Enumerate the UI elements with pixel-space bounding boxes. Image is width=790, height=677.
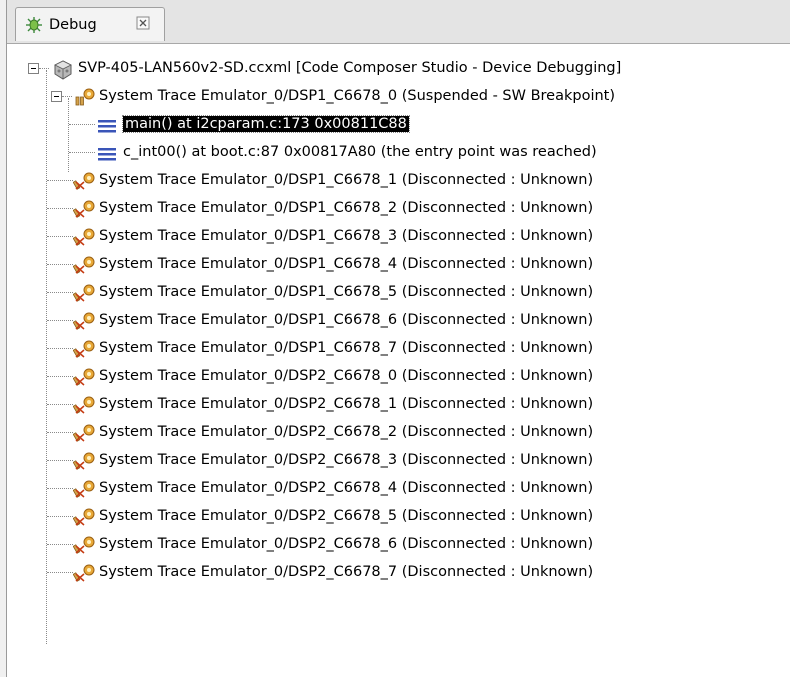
debug-bug-icon [26,17,42,33]
tree-row-label: System Trace Emulator_0/DSP2_C6678_5 (Di… [99,508,594,524]
tree-row-label: System Trace Emulator_0/DSP2_C6678_0 (Di… [99,368,594,384]
disconnected-core-icon [73,508,95,526]
disconnected-core-icon [73,368,95,386]
tree-row-disconnected-core[interactable]: System Trace Emulator_0/DSP1_C6678_6 (Di… [7,308,790,336]
tree-connector [69,152,95,153]
tree-row-disconnected-core[interactable]: System Trace Emulator_0/DSP1_C6678_7 (Di… [7,336,790,364]
tree-row-label: System Trace Emulator_0/DSP1_C6678_3 (Di… [99,228,594,244]
tree-row-label: SVP-405-LAN560v2-SD.ccxml [Code Composer… [78,60,622,76]
disconnected-core-icon [73,284,95,302]
tree-row-label: System Trace Emulator_0/DSP2_C6678_1 (Di… [99,396,594,412]
disconnected-core-icon [73,172,95,190]
tree-row-label: System Trace Emulator_0/DSP2_C6678_7 (Di… [99,564,594,580]
disconnected-core-icon [73,536,95,554]
disconnected-core-icon [73,256,95,274]
disconnected-core-icon [73,396,95,414]
stack-frame-icon [98,120,116,133]
tree-row-label: System Trace Emulator_0/DSP2_C6678_4 (Di… [99,480,594,496]
tree-connector [47,404,73,405]
tab-debug[interactable]: Debug [15,7,165,41]
tree-connector [39,68,49,69]
tree-connector [62,96,72,97]
tree-row-disconnected-core[interactable]: System Trace Emulator_0/DSP1_C6678_5 (Di… [7,280,790,308]
stack-frame-icon [98,148,116,161]
tree-connector [47,572,73,573]
stack-frame-row[interactable]: main() at i2cparam.c:173 0x00811C88 [7,112,790,140]
tree-row-label: System Trace Emulator_0/DSP1_C6678_1 (Di… [99,172,594,188]
tree-row-label: System Trace Emulator_0/DSP1_C6678_4 (Di… [99,256,594,272]
tree-row-disconnected-core[interactable]: System Trace Emulator_0/DSP1_C6678_3 (Di… [7,224,790,252]
tree-row-root[interactable]: SVP-405-LAN560v2-SD.ccxml [Code Composer… [7,56,790,84]
tree-row-label: main() at i2cparam.c:173 0x00811C88 [122,115,410,133]
tree-connector [47,516,73,517]
tree-row-label: System Trace Emulator_0/DSP1_C6678_2 (Di… [99,200,594,216]
tree-row-label: System Trace Emulator_0/DSP1_C6678_6 (Di… [99,312,594,328]
tree-connector [47,432,73,433]
tree-connector [47,488,73,489]
tree-row-label: System Trace Emulator_0/DSP1_C6678_0 (Su… [99,88,616,104]
tree-connector [47,544,73,545]
disconnected-core-icon [73,480,95,498]
tree-row-disconnected-core[interactable]: System Trace Emulator_0/DSP1_C6678_2 (Di… [7,196,790,224]
tree-row-disconnected-core[interactable]: System Trace Emulator_0/DSP2_C6678_3 (Di… [7,448,790,476]
tree-connector [47,292,73,293]
collapse-toggle[interactable] [51,91,62,102]
tree-row-label: System Trace Emulator_0/DSP2_C6678_6 (Di… [99,536,594,552]
tree-connector [69,124,95,125]
collapse-toggle[interactable] [28,63,39,74]
tree-row-disconnected-core[interactable]: System Trace Emulator_0/DSP2_C6678_2 (Di… [7,420,790,448]
disconnected-core-icon [73,200,95,218]
tree-connector [47,264,73,265]
disconnected-core-icon [73,424,95,442]
close-icon[interactable] [136,16,150,30]
tree-row-label: System Trace Emulator_0/DSP1_C6678_5 (Di… [99,284,594,300]
tree-row-label: System Trace Emulator_0/DSP1_C6678_7 (Di… [99,340,594,356]
stack-frame-row[interactable]: c_int00() at boot.c:87 0x00817A80 (the e… [7,140,790,168]
tree-row-label: System Trace Emulator_0/DSP2_C6678_3 (Di… [99,452,594,468]
suspended-core-icon [75,88,95,106]
tab-label: Debug [49,17,97,33]
tree-row-disconnected-core[interactable]: System Trace Emulator_0/DSP1_C6678_1 (Di… [7,168,790,196]
tree-row-disconnected-core[interactable]: System Trace Emulator_0/DSP1_C6678_4 (Di… [7,252,790,280]
tree-row-disconnected-core[interactable]: System Trace Emulator_0/DSP2_C6678_7 (Di… [7,560,790,588]
view-tab-bar: Debug [7,0,790,44]
debug-tree[interactable]: SVP-405-LAN560v2-SD.ccxml [Code Composer… [7,44,790,677]
tree-row-disconnected-core[interactable]: System Trace Emulator_0/DSP2_C6678_6 (Di… [7,532,790,560]
tree-row-label: System Trace Emulator_0/DSP2_C6678_2 (Di… [99,424,594,440]
tree-row-disconnected-core[interactable]: System Trace Emulator_0/DSP2_C6678_1 (Di… [7,392,790,420]
tree-row-disconnected-core[interactable]: System Trace Emulator_0/DSP2_C6678_4 (Di… [7,476,790,504]
tree-connector [47,348,73,349]
tree-row-disconnected-core[interactable]: System Trace Emulator_0/DSP2_C6678_5 (Di… [7,504,790,532]
tree-connector [47,376,73,377]
tree-connector [47,180,73,181]
tree-row-label: c_int00() at boot.c:87 0x00817A80 (the e… [123,144,597,160]
tree-connector [47,460,73,461]
tree-row-disconnected-core[interactable]: System Trace Emulator_0/DSP2_C6678_0 (Di… [7,364,790,392]
disconnected-core-icon [73,228,95,246]
disconnected-core-icon [73,340,95,358]
target-config-icon [54,60,72,80]
tree-connector [47,208,73,209]
disconnected-core-icon [73,564,95,582]
tree-connector [47,320,73,321]
disconnected-core-icon [73,312,95,330]
disconnected-core-icon [73,452,95,470]
tree-row-active-core[interactable]: System Trace Emulator_0/DSP1_C6678_0 (Su… [7,84,790,112]
tree-connector [47,236,73,237]
